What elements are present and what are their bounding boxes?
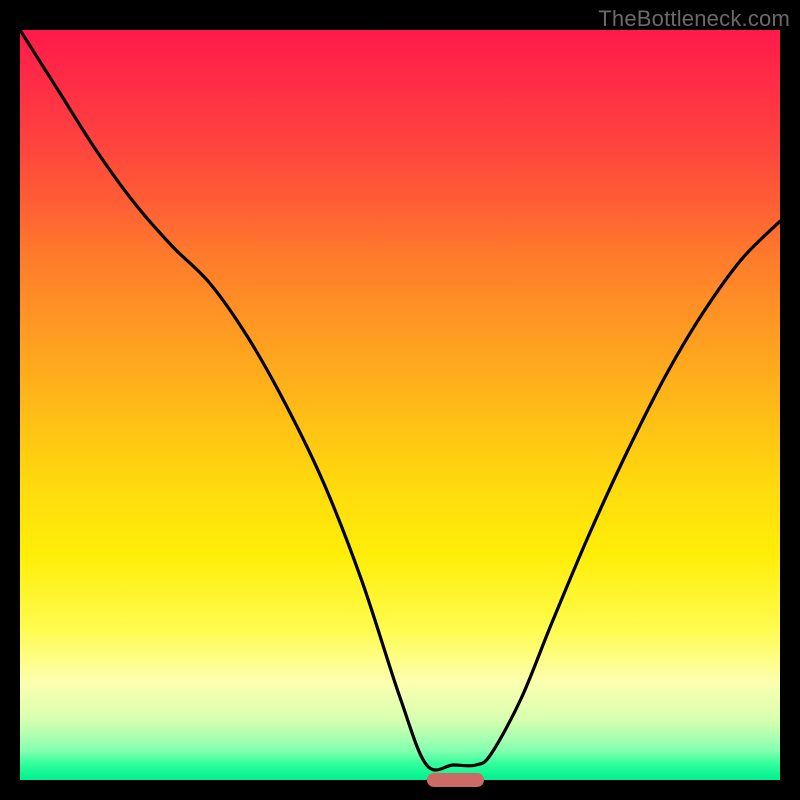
plot-area: [20, 30, 780, 780]
watermark-text: TheBottleneck.com: [598, 6, 790, 32]
chart-frame: TheBottleneck.com: [0, 0, 800, 800]
optimum-marker: [427, 773, 484, 787]
bottleneck-curve: [20, 30, 780, 780]
